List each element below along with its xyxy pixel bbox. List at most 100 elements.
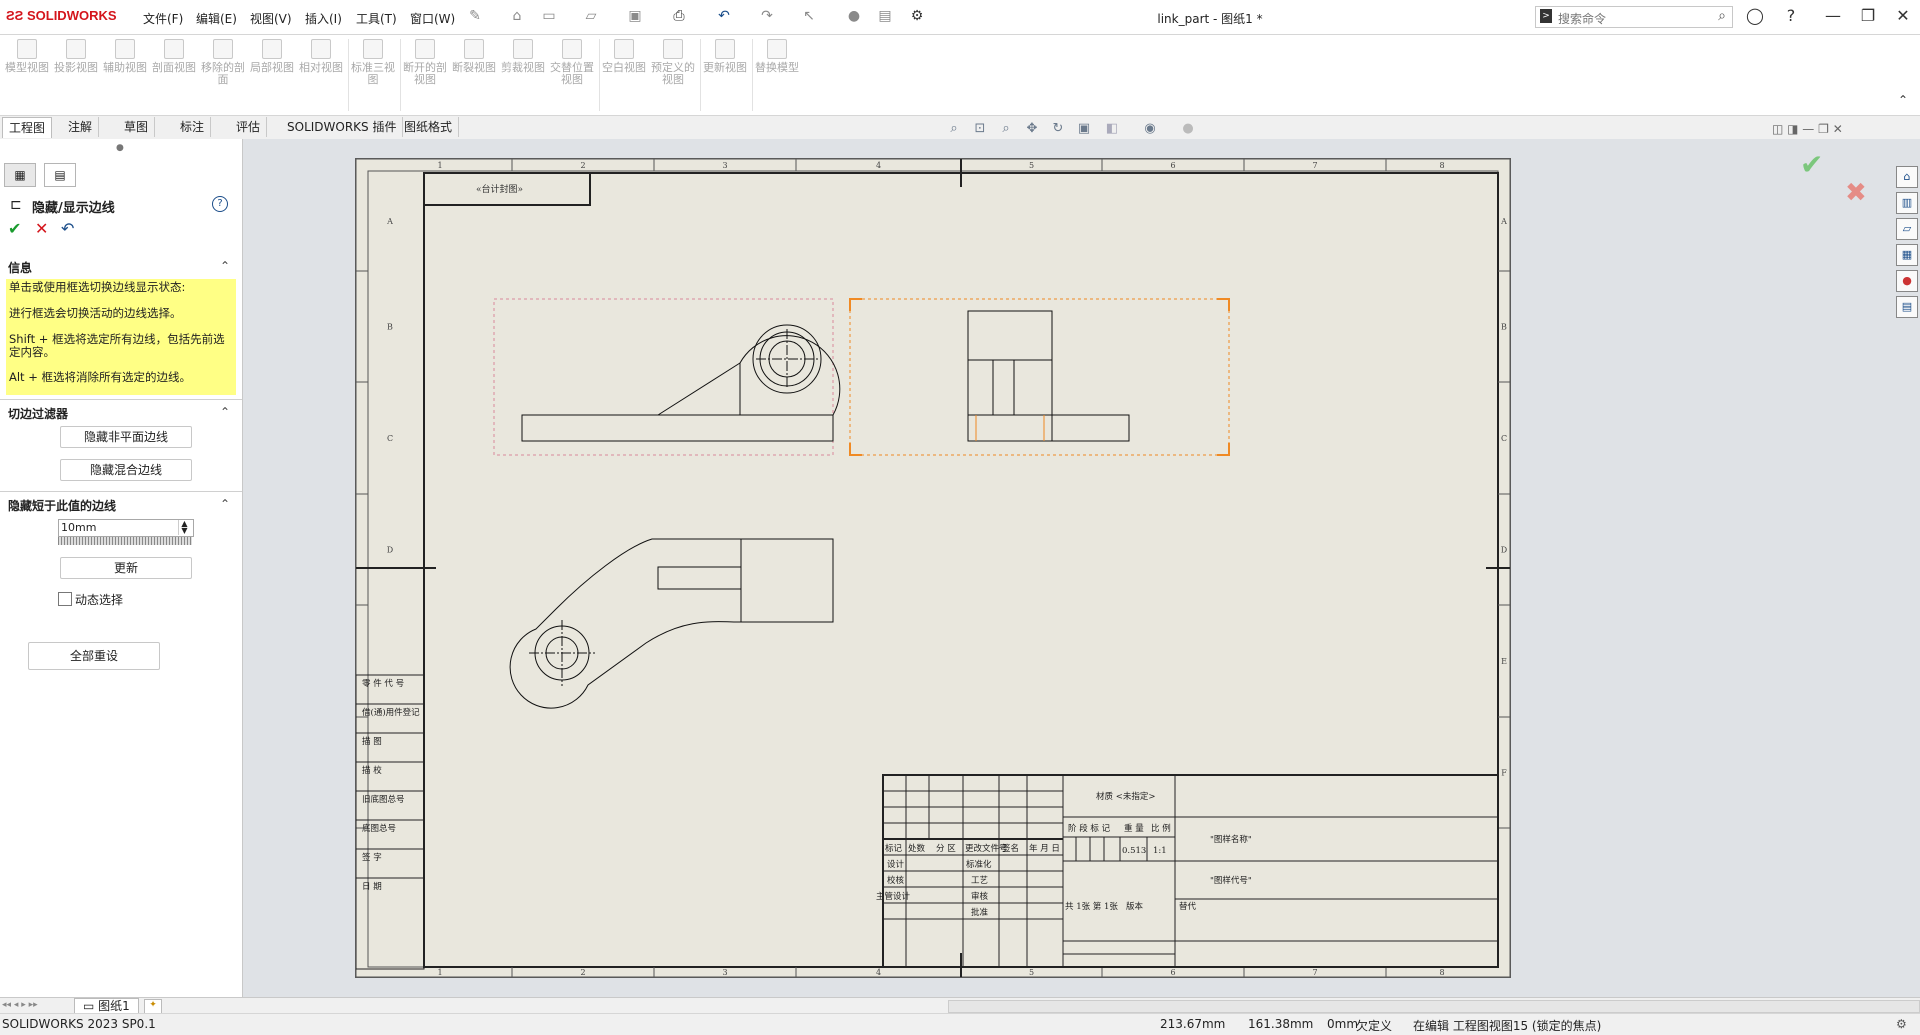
tab-annotation[interactable]: 注解 — [62, 117, 100, 137]
tab-markup[interactable]: 标注 — [174, 117, 212, 137]
tab-sheet-format[interactable]: 图纸格式 — [398, 117, 460, 137]
dynamic-select-checkbox[interactable] — [58, 592, 72, 606]
resources-home-icon[interactable]: ⌂ — [1896, 166, 1918, 188]
ribbon-detail-view[interactable]: 局部视图 — [249, 39, 295, 74]
mark-row-1: 处数 — [908, 843, 926, 854]
window-tile-icons[interactable]: ◫ ◨ — ❐ ✕ — [1772, 122, 1843, 136]
ribbon-update-views[interactable]: 更新视图 — [702, 39, 748, 74]
ribbon-break-view[interactable]: 断裂视图 — [451, 39, 497, 74]
collapse-caret-icon[interactable]: ⌃ — [220, 259, 230, 273]
home-icon[interactable]: ⌂ — [508, 8, 526, 26]
undo-icon[interactable]: ↶ — [715, 8, 733, 26]
open-icon[interactable]: ▱ — [582, 8, 600, 26]
cancel-x-icon[interactable]: ✕ — [35, 219, 48, 238]
ribbon-crop-view[interactable]: 剪裁视图 — [500, 39, 546, 74]
ribbon-auxiliary-view[interactable]: 辅助视图 — [102, 39, 148, 74]
removed-section-icon — [213, 39, 233, 59]
pan-icon[interactable]: ✥ — [1022, 121, 1042, 139]
ribbon-broken-out-section[interactable]: 断开的剖视图 — [402, 39, 448, 86]
thumbwheel-slider[interactable] — [58, 537, 192, 545]
menu-insert[interactable]: 插入(I) — [305, 10, 342, 27]
ribbon-alternate-position[interactable]: 交替位置视图 — [549, 39, 595, 86]
feature-tree-tab-icon[interactable]: ▦ — [4, 163, 36, 187]
tab-drawing[interactable]: 工程图 — [2, 117, 53, 138]
ribbon-standard-3-view[interactable]: 标准三视图 — [350, 39, 396, 86]
user-icon[interactable]: ◯ — [1740, 6, 1770, 28]
reset-all-button[interactable]: 全部重设 — [28, 642, 160, 670]
search-icon[interactable]: ⌕ — [1718, 8, 1726, 24]
print-icon[interactable]: ⎙ — [670, 8, 688, 26]
zoom-selection-icon[interactable]: ⌕ — [996, 121, 1016, 139]
search-box[interactable]: > 搜索命令 ⌕ — [1535, 6, 1733, 28]
close-button[interactable]: ✕ — [1888, 6, 1918, 28]
menu-edit[interactable]: 编辑(E) — [196, 10, 237, 27]
ribbon-section-view[interactable]: 剖面视图 — [151, 39, 197, 74]
spin-arrows-icon[interactable]: ▲ ▼ — [178, 520, 190, 535]
ribbon-relative-view[interactable]: 相对视图 — [298, 39, 344, 74]
collapse-caret-icon[interactable]: ⌃ — [220, 405, 230, 419]
help-status-icon[interactable]: ⚙ — [1896, 1017, 1907, 1031]
confirm-corner-cancel-icon[interactable]: ✖ — [1845, 178, 1867, 208]
appearances-icon[interactable]: ● — [1896, 270, 1918, 292]
tab-sketch[interactable]: 草图 — [118, 117, 156, 137]
ribbon-removed-section[interactable]: 移除的剖面 — [200, 39, 246, 86]
help-icon[interactable]: ? — [212, 196, 228, 212]
ribbon-empty-view[interactable]: 空白视图 — [601, 39, 647, 74]
ribbon-predefined-view[interactable]: 预定义的视图 — [650, 39, 696, 86]
front-view-geometry[interactable] — [521, 324, 841, 442]
tab-evaluate[interactable]: 评估 — [230, 117, 268, 137]
ribbon-label: 剪裁视图 — [501, 61, 545, 74]
zoom-to-area-icon[interactable]: ⊡ — [970, 121, 990, 139]
top-view-geometry[interactable] — [509, 538, 834, 709]
view-palette-icon[interactable]: ▦ — [1896, 244, 1918, 266]
select-icon[interactable]: ↖ — [800, 8, 818, 26]
short-edge-length-input[interactable]: 10mm — [58, 519, 194, 537]
save-icon[interactable]: ▣ — [626, 8, 644, 26]
collapse-caret-icon[interactable]: ⌃ — [220, 497, 230, 511]
menu-window[interactable]: 窗口(W) — [410, 10, 455, 27]
design-library-icon[interactable]: ▥ — [1896, 192, 1918, 214]
scale-label: 比 例 — [1151, 823, 1171, 834]
hide-show-items-icon[interactable]: ◉ — [1140, 121, 1160, 139]
ribbon-projected-view[interactable]: 投影视图 — [53, 39, 99, 74]
zone-column-label: 3 — [722, 161, 727, 170]
menu-tools[interactable]: 工具(T) — [356, 10, 397, 27]
ribbon-model-view[interactable]: 模型视图 — [4, 39, 50, 74]
add-sheet-icon[interactable]: ✦ — [144, 999, 162, 1014]
tab-addins[interactable]: SOLIDWORKS 插件 — [281, 117, 404, 137]
options-gear-icon[interactable]: ⚙ — [908, 8, 926, 26]
help-icon[interactable]: ? — [1776, 6, 1806, 28]
pin-icon[interactable]: ✎ — [466, 8, 484, 26]
undo-icon[interactable]: ↶ — [61, 219, 74, 238]
search-input[interactable]: 搜索命令 — [1558, 10, 1606, 27]
panel-grip-icon[interactable]: ● — [116, 143, 124, 153]
file-explorer-icon[interactable]: ▱ — [1896, 218, 1918, 240]
file-properties-icon[interactable]: ▤ — [876, 8, 894, 26]
update-button[interactable]: 更新 — [60, 557, 192, 579]
property-tab-icon[interactable]: ▤ — [44, 163, 76, 187]
rebuild-icon[interactable]: ● — [845, 8, 863, 26]
minimize-button[interactable]: — — [1818, 6, 1848, 28]
menu-file[interactable]: 文件(F) — [143, 10, 183, 27]
menu-view[interactable]: 视图(V) — [250, 10, 292, 27]
zoom-to-fit-icon[interactable]: ⌕ — [944, 121, 964, 139]
redraw-icon[interactable]: ▣ — [1074, 121, 1094, 139]
hide-nonplanar-button[interactable]: 隐藏非平面边线 — [60, 426, 192, 448]
collapse-ribbon-icon[interactable]: ⌃ — [1898, 93, 1908, 107]
sheet-nav-arrows-icon[interactable]: ◂◂ ◂ ▸ ▸▸ — [2, 1000, 38, 1010]
new-icon[interactable]: ▭ — [540, 8, 558, 26]
hide-blend-button[interactable]: 隐藏混合边线 — [60, 459, 192, 481]
custom-properties-icon[interactable]: ▤ — [1896, 296, 1918, 318]
horizontal-scrollbar[interactable] — [948, 1000, 1920, 1013]
side-view-selection[interactable] — [849, 298, 1230, 456]
redo-icon[interactable]: ↷ — [758, 8, 776, 26]
drawing-sheet[interactable]: 1 1 2 2 3 3 4 4 5 5 6 6 7 7 8 8 A A B B C C D D E F «台计封图» 零 件 代… — [355, 158, 1511, 978]
ribbon-replace-model[interactable]: 替换模型 — [754, 39, 800, 74]
rotate-icon[interactable]: ↻ — [1048, 121, 1068, 139]
confirm-corner-ok-icon[interactable]: ✔ — [1800, 148, 1823, 181]
restore-button[interactable]: ❐ — [1853, 6, 1883, 28]
side-view-geometry[interactable] — [967, 310, 1130, 442]
view-orientation-icon[interactable]: ◧ — [1102, 121, 1122, 139]
appearance-icon[interactable]: ● — [1178, 121, 1198, 139]
ok-check-icon[interactable]: ✔ — [8, 219, 21, 238]
